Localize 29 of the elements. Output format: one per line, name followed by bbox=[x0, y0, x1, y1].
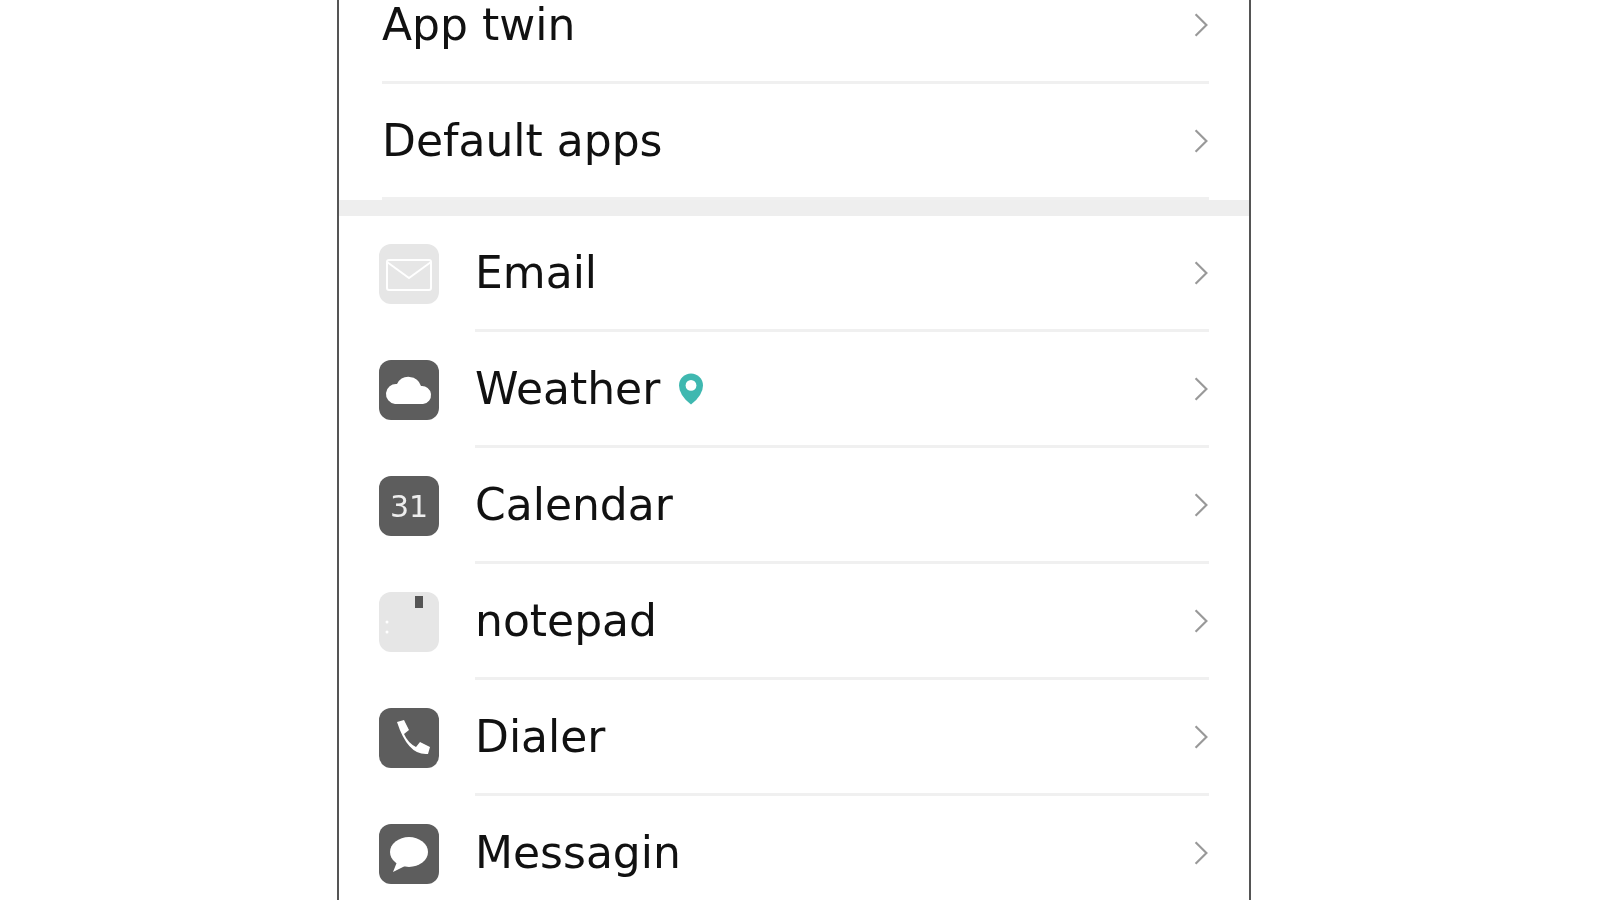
chevron-right-icon bbox=[1193, 127, 1209, 154]
chevron-right-icon bbox=[1193, 375, 1209, 402]
chevron-right-icon bbox=[1193, 491, 1209, 518]
row-label: Weather bbox=[475, 363, 661, 414]
row-label: Calendar bbox=[475, 479, 673, 530]
settings-row[interactable]: notepad bbox=[339, 564, 1249, 680]
chevron-right-icon bbox=[1193, 11, 1209, 38]
chevron-right-icon bbox=[1193, 259, 1209, 286]
phone-icon bbox=[379, 708, 439, 768]
chat-bubble-icon bbox=[379, 824, 439, 884]
row-label: App twin bbox=[382, 0, 576, 50]
chevron-right-icon bbox=[1193, 839, 1209, 866]
settings-row[interactable]: App twin bbox=[339, 0, 1249, 84]
settings-row[interactable]: Dialer bbox=[339, 680, 1249, 796]
row-label: Messagin bbox=[475, 827, 681, 878]
settings-row[interactable]: Messagin bbox=[339, 796, 1249, 900]
row-label: Default apps bbox=[382, 115, 663, 166]
envelope-icon bbox=[379, 244, 439, 304]
calendar-icon: 31 bbox=[379, 476, 439, 536]
settings-row[interactable]: Weather bbox=[339, 332, 1249, 448]
notepad-icon bbox=[379, 592, 439, 652]
settings-row[interactable]: 31 Calendar bbox=[339, 448, 1249, 564]
chevron-right-icon bbox=[1193, 607, 1209, 634]
row-label: notepad bbox=[475, 595, 657, 646]
row-label: Email bbox=[475, 247, 598, 298]
settings-row[interactable]: Email bbox=[339, 216, 1249, 332]
chevron-right-icon bbox=[1193, 723, 1209, 750]
cloud-icon bbox=[379, 360, 439, 420]
row-label: Dialer bbox=[475, 711, 606, 762]
